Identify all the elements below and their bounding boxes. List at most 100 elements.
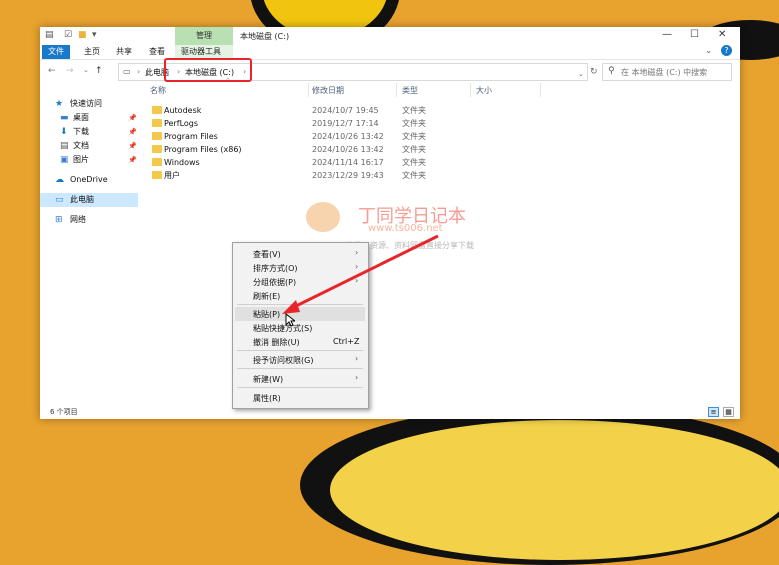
maximize-button[interactable]: ☐	[690, 29, 699, 40]
tab-drive-tools[interactable]: 驱动器工具	[175, 45, 233, 59]
menu-item-label: 新建(W)	[253, 375, 284, 384]
menu-item-sort-by[interactable]: 排序方式(O) ›	[253, 262, 358, 274]
mouse-cursor-icon	[285, 313, 295, 327]
close-button[interactable]: ✕	[718, 29, 726, 40]
help-icon[interactable]: ?	[721, 45, 732, 56]
document-icon: ▤	[60, 141, 69, 151]
chevron-right-icon: ›	[355, 373, 359, 382]
nav-item-onedrive[interactable]: ☁ OneDrive	[40, 173, 138, 187]
nav-item-network[interactable]: ⊞ 网络	[40, 213, 138, 227]
menu-item-label: 查看(V)	[253, 250, 281, 259]
folder-icon	[152, 171, 162, 179]
menu-item-paste[interactable]: 粘贴(P)	[253, 309, 280, 320]
pin-icon: 📌	[128, 156, 137, 164]
sort-up-icon: ⌃	[225, 77, 231, 85]
nav-item-label: OneDrive	[70, 175, 108, 184]
menu-item-paste-shortcut[interactable]: 粘贴快捷方式(S)	[253, 323, 312, 334]
column-headers: ⌃ 名称 修改日期 类型 大小	[140, 77, 740, 97]
menu-separator	[237, 350, 363, 351]
menu-item-properties[interactable]: 属性(R)	[253, 393, 281, 404]
tab-view[interactable]: 查看	[143, 45, 171, 59]
search-input[interactable]: ⚲ 在 本地磁盘 (C:) 中搜索	[602, 63, 732, 81]
menu-item-undo-delete[interactable]: 撤消 删除(U) Ctrl+Z	[253, 337, 359, 348]
customize-toolbar-icon[interactable]: ▾	[92, 30, 97, 40]
table-row[interactable]: Program Files 2024/10/26 13:42 文件夹	[140, 130, 560, 143]
column-separator[interactable]	[308, 83, 309, 97]
tab-file[interactable]: 文件	[42, 45, 70, 59]
file-date: 2023/12/29 19:43	[312, 171, 384, 180]
nav-item-label: 下载	[73, 127, 89, 136]
column-type[interactable]: 类型	[402, 85, 418, 96]
back-icon[interactable]: ←	[48, 66, 56, 76]
menu-separator	[237, 304, 363, 305]
menu-separator	[237, 387, 363, 388]
pin-icon: 📌	[128, 114, 137, 122]
table-row[interactable]: Autodesk 2024/10/7 19:45 文件夹	[140, 104, 560, 117]
table-row[interactable]: Program Files (x86) 2024/10/26 13:42 文件夹	[140, 143, 560, 156]
nav-item-this-pc[interactable]: ▭ 此电脑	[40, 193, 138, 207]
menu-item-view[interactable]: 查看(V) ›	[253, 248, 358, 260]
computer-icon: ▭	[123, 67, 131, 76]
nav-item-desktop[interactable]: ▬ 桌面 📌	[40, 111, 138, 125]
title-bar: ▤ ☑ ■ ▾ 管理 本地磁盘 (C:) — ☐ ✕	[40, 27, 740, 45]
nav-item-label: 图片	[73, 155, 89, 164]
watermark-logo	[306, 202, 340, 232]
menu-item-group-by[interactable]: 分组依据(P) ›	[253, 276, 358, 288]
explorer-window: ▤ ☑ ■ ▾ 管理 本地磁盘 (C:) — ☐ ✕ 文件 主页 共享 查看 驱…	[40, 27, 740, 419]
file-type: 文件夹	[402, 145, 426, 154]
nav-item-documents[interactable]: ▤ 文档 📌	[40, 139, 138, 153]
menu-item-label: 排序方式(O)	[253, 264, 298, 273]
file-date: 2024/10/7 19:45	[312, 106, 379, 115]
item-count: 6 个项目	[50, 408, 78, 416]
nav-item-quick-access[interactable]: ★ 快速访问	[40, 97, 138, 111]
chevron-right-icon[interactable]: ›	[137, 67, 140, 76]
column-separator[interactable]	[470, 83, 471, 97]
table-row[interactable]: 用户 2023/12/29 19:43 文件夹	[140, 169, 560, 182]
watermark-url: www.ts006.net	[368, 223, 443, 234]
file-name: Program Files	[164, 132, 218, 141]
tab-home[interactable]: 主页	[78, 45, 106, 59]
manage-context-tab[interactable]: 管理	[175, 27, 233, 45]
menu-item-new[interactable]: 新建(W) ›	[253, 373, 358, 385]
address-dropdown-icon[interactable]: ⌄	[578, 70, 584, 78]
forward-icon[interactable]: →	[66, 66, 74, 76]
nav-item-label: 网络	[70, 215, 86, 224]
large-icons-view-icon[interactable]: ▦	[723, 407, 734, 417]
table-row[interactable]: Windows 2024/11/14 16:17 文件夹	[140, 156, 560, 169]
table-row[interactable]: PerfLogs 2019/12/7 17:14 文件夹	[140, 117, 560, 130]
properties-icon[interactable]: ☑	[64, 30, 72, 40]
folder-icon	[152, 158, 162, 166]
menu-item-give-access[interactable]: 授予访问权限(G) ›	[253, 354, 358, 366]
file-name: Autodesk	[164, 106, 202, 115]
app-icon: ▤	[45, 30, 54, 40]
menu-item-label: 属性(R)	[253, 394, 281, 403]
pin-icon: 📌	[128, 142, 137, 150]
ribbon-tabs: 文件 主页 共享 查看 驱动器工具 ⌄ ?	[40, 45, 740, 60]
column-name[interactable]: 名称	[150, 85, 166, 96]
picture-icon: ▣	[60, 155, 69, 165]
column-separator[interactable]	[396, 83, 397, 97]
minimize-button[interactable]: —	[662, 29, 672, 40]
folder-icon	[152, 119, 162, 127]
address-highlight-box	[164, 58, 252, 82]
tab-share[interactable]: 共享	[110, 45, 138, 59]
recent-locations-icon[interactable]: ⌄	[83, 66, 89, 74]
details-view-icon[interactable]: ≡	[708, 407, 719, 417]
menu-item-refresh[interactable]: 刷新(E)	[253, 291, 280, 302]
chevron-right-icon: ›	[355, 354, 359, 363]
up-icon[interactable]: ↑	[95, 66, 103, 76]
chevron-down-icon[interactable]: ⌄	[705, 46, 712, 55]
refresh-icon[interactable]: ↻	[590, 67, 598, 77]
column-date[interactable]: 修改日期	[312, 85, 344, 96]
column-size[interactable]: 大小	[476, 85, 492, 96]
chevron-right-icon: ›	[355, 262, 359, 271]
chevron-right-icon: ›	[355, 276, 359, 285]
nav-item-downloads[interactable]: ⬇ 下载 📌	[40, 125, 138, 139]
new-folder-icon[interactable]: ■	[78, 30, 87, 40]
column-separator[interactable]	[540, 83, 541, 97]
file-name: Windows	[164, 158, 200, 167]
cloud-icon: ☁	[55, 175, 64, 185]
desktop-icon: ▬	[60, 113, 69, 123]
file-type: 文件夹	[402, 119, 426, 128]
nav-item-pictures[interactable]: ▣ 图片 📌	[40, 153, 138, 167]
